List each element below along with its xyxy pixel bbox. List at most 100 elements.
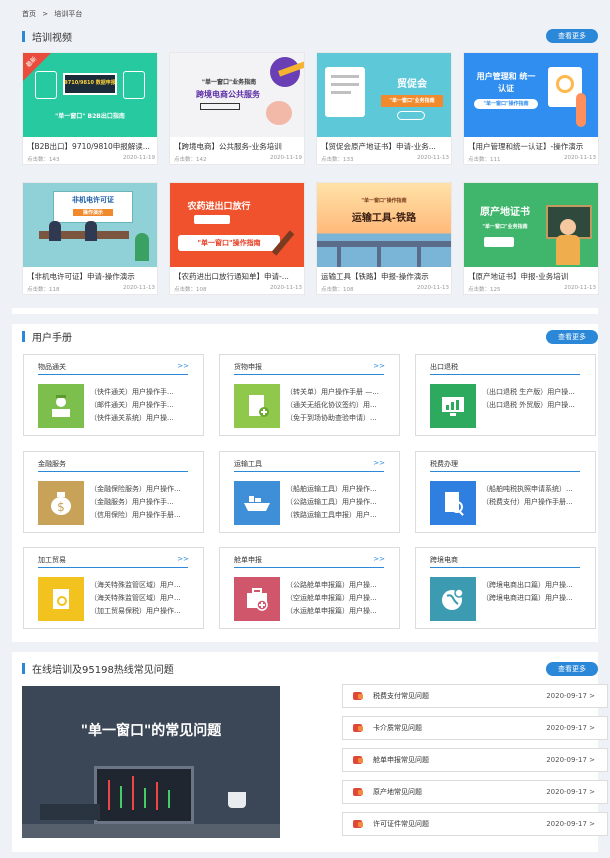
video-title[interactable]: 运输工具【铁路】申报-操作演示 (321, 271, 449, 282)
faq-item[interactable]: 税费支付常见问题 2020-09-17 > (342, 684, 608, 708)
manual-link[interactable]: （空运舱单申报篇）用户操... (286, 592, 394, 605)
manual-card-title: 金融服务 (38, 460, 66, 468)
manual-card-title: 跨境电商 (430, 556, 458, 564)
manual-link[interactable]: （邮件通关）用户操作手... (90, 399, 198, 412)
manual-link[interactable]: （公路舱单申报篇）用户操... (286, 579, 394, 592)
manual-link[interactable]: （金融保险服务）用户操作... (90, 483, 198, 496)
manual-link[interactable]: （铁路运输工具申报）用户... (286, 509, 394, 522)
video-card[interactable]: "单一窗口"业务指南 跨境电商公共服务 【跨境电商】公共服务-业务培训 点击数：… (169, 52, 305, 165)
more-button[interactable]: 查看更多 (546, 662, 598, 676)
video-card[interactable]: "单一窗口"操作指南 运输工具-铁路 运输工具【铁路】申报-操作演示 点击数：1… (316, 182, 452, 295)
manual-card-title: 税费办理 (430, 460, 458, 468)
manual-link[interactable]: （海关特殊监管区域）用户... (90, 579, 198, 592)
more-button[interactable]: 查看更多 (546, 330, 598, 344)
video-card[interactable]: 原产地证书 "单一窗口"业务指南 【原产地证书】申报-业务培训 点击数：125 2… (463, 182, 599, 295)
manual-link[interactable]: （海关特殊监管区域）用户... (90, 592, 198, 605)
manual-link[interactable]: （转关单）用户操作手册 —... (286, 386, 394, 399)
manual-card-cargo-declaration[interactable]: 货物申报 >> （转关单）用户操作手册 —... （通关无纸化协议签约）用...… (219, 354, 400, 436)
section-title: 培训视频 (32, 32, 72, 44)
manual-link[interactable]: （快件通关系统）用户操... (90, 412, 198, 425)
breadcrumb-home[interactable]: 首页 (22, 10, 36, 18)
video-title[interactable]: 【原产地证书】申报-业务培训 (468, 271, 596, 282)
qa-icon (353, 788, 363, 796)
view-count: 点击数：118 (27, 287, 60, 293)
clipboard-wrench-icon (38, 577, 84, 621)
manual-link[interactable]: （水运舱单申报篇）用户操... (286, 605, 394, 618)
qa-icon (353, 692, 363, 700)
manual-link[interactable]: （信用保险）用户操作手册... (90, 509, 198, 522)
video-date: 2020-11-13 (417, 285, 449, 291)
thumbnail-text: 农药进出口放行 (187, 202, 251, 212)
manual-card-title: 加工贸易 (38, 556, 66, 564)
manual-link[interactable]: （税费支付）用户操作手册... (482, 496, 590, 509)
manual-link[interactable]: （快件通关）用户操作手... (90, 386, 198, 399)
manual-card-processing-trade[interactable]: 加工贸易 >> （海关特殊监管区域）用户... （海关特殊监管区域）用户... … (23, 547, 204, 629)
manual-link[interactable]: （出口退税 外贸版）用户操... (482, 399, 590, 412)
more-link[interactable]: >> (177, 362, 189, 370)
svg-text:$: $ (57, 500, 65, 514)
manual-link[interactable]: （金融服务）用户操作手... (90, 496, 198, 509)
manual-card-goods-clearance[interactable]: 物品通关 >> （快件通关）用户操作手... （邮件通关）用户操作手... （快… (23, 354, 204, 436)
video-title[interactable]: 【非机电许可证】申请-操作演示 (27, 271, 155, 282)
thumbnail-subtext: "单一窗口"业务指南 (482, 224, 528, 230)
thumbnail-subtext: "单一窗口"操作指南 (361, 198, 407, 204)
manual-link[interactable]: （船舶运输工具）用户操作... (286, 483, 394, 496)
view-count: 点击数：143 (27, 157, 60, 163)
video-card[interactable]: 非机电许可证 操作演示 【非机电许可证】申请-操作演示 点击数：118 2020-… (22, 182, 158, 295)
video-card[interactable]: 最新 9710/9810 数据申报 "单一窗口" B2B出口指南 【B2B出口】… (22, 52, 158, 165)
thumbnail-subtext: "单一窗口"操作指南 (178, 235, 280, 251)
thumbnail-text: 运输工具-铁路 (351, 213, 417, 224)
manual-section: 用户手册 查看更多 物品通关 >> （快件通关）用户操作手... （邮件通关）用… (12, 324, 598, 642)
faq-section: 在线培训及95198热线常见问题 查看更多 "单一窗口"的常见问题 税费支付常见… (12, 652, 608, 852)
video-title[interactable]: 【贸促会原产地证书】申请-业务... (321, 141, 449, 152)
more-link[interactable]: >> (373, 362, 385, 370)
faq-item[interactable]: 舱单申报常见问题 2020-09-17 > (342, 748, 608, 772)
video-card[interactable]: 用户管理和 统一认证 "单一窗口"操作指南 【用户管理和统一认证】-操作演示 点… (463, 52, 599, 165)
manual-card-manifest-declaration[interactable]: 舱单申报 >> （公路舱单申报篇）用户操... （空运舱单申报篇）用户操... … (219, 547, 400, 629)
video-card[interactable]: 贸促会 "单一窗口"业务指南 【贸促会原产地证书】申请-业务... 点击数：13… (316, 52, 452, 165)
manual-link[interactable]: （公路运输工具）用户操作... (286, 496, 394, 509)
more-link[interactable]: >> (373, 459, 385, 467)
faq-item[interactable]: 原产地常见问题 2020-09-17 > (342, 780, 608, 804)
faq-item-label: 卡介质常见问题 (373, 724, 422, 732)
manual-card-tax-processing[interactable]: 税费办理 （船舶吨税执照申请系统）... （税费支付）用户操作手册... (415, 451, 596, 533)
manual-link[interactable]: （加工贸易保税）用户操作... (90, 605, 198, 618)
view-count: 点击数：125 (468, 287, 501, 293)
faq-item-date: 2020-09-17 > (546, 692, 595, 700)
manual-link[interactable]: （跨境电商进口篇）用户操... (482, 592, 590, 605)
manual-card-financial-services[interactable]: 金融服务 $ （金融保险服务）用户操作... （金融服务）用户操作手... （信… (23, 451, 204, 533)
video-date: 2020-11-19 (270, 155, 302, 161)
manual-link[interactable]: （免于到场协助查验申请）... (286, 412, 394, 425)
thumbnail-text: 跨境电商公共服务 (196, 90, 260, 99)
video-title[interactable]: 【跨境电商】公共服务-业务培训 (174, 141, 302, 152)
globe-pin-icon (430, 577, 476, 621)
breadcrumb: 首页 > 培训平台 (22, 9, 86, 19)
faq-item-label: 原产地常见问题 (373, 788, 422, 796)
video-title[interactable]: 【用户管理和统一认证】-操作演示 (468, 141, 596, 152)
view-count: 点击数：108 (321, 287, 354, 293)
more-button[interactable]: 查看更多 (546, 29, 598, 43)
faq-item[interactable]: 许可证件常见问题 2020-09-17 > (342, 812, 608, 836)
manual-card-title: 货物申报 (234, 363, 262, 371)
manual-card-export-tax-refund[interactable]: 出口退税 （出口退税 生产版）用户操... （出口退税 外贸版）用户操... (415, 354, 596, 436)
manual-card-transport[interactable]: 运输工具 >> （船舶运输工具）用户操作... （公路运输工具）用户操作... … (219, 451, 400, 533)
thumbnail-subtext: 操作演示 (73, 209, 113, 216)
manual-link[interactable]: （跨境电商出口篇）用户操... (482, 579, 590, 592)
more-link[interactable]: >> (177, 555, 189, 563)
faq-item[interactable]: 卡介质常见问题 2020-09-17 > (342, 716, 608, 740)
manual-link[interactable]: （出口退税 生产版）用户操... (482, 386, 590, 399)
view-count: 点击数：142 (174, 157, 207, 163)
video-card[interactable]: 农药进出口放行 "单一窗口"操作指南 【农药进出口放行通知单】申请-... 点击… (169, 182, 305, 295)
more-link[interactable]: >> (373, 555, 385, 563)
video-thumbnail: 贸促会 "单一窗口"业务指南 (317, 53, 451, 137)
video-date: 2020-11-13 (123, 285, 155, 291)
faq-item-label: 税费支付常见问题 (373, 692, 429, 700)
money-bag-icon: $ (38, 481, 84, 525)
video-title[interactable]: 【农药进出口放行通知单】申请-... (174, 271, 302, 282)
section-header: 在线培训及95198热线常见问题 (22, 658, 174, 678)
manual-link[interactable]: （通关无纸化协议签约）用... (286, 399, 394, 412)
faq-banner[interactable]: "单一窗口"的常见问题 (22, 686, 280, 838)
video-title[interactable]: 【B2B出口】9710/9810申报解读... (27, 141, 155, 152)
manual-card-cross-border-ecommerce[interactable]: 跨境电商 （跨境电商出口篇）用户操... （跨境电商进口篇）用户操... (415, 547, 596, 629)
manual-link[interactable]: （船舶吨税执照申请系统）... (482, 483, 590, 496)
